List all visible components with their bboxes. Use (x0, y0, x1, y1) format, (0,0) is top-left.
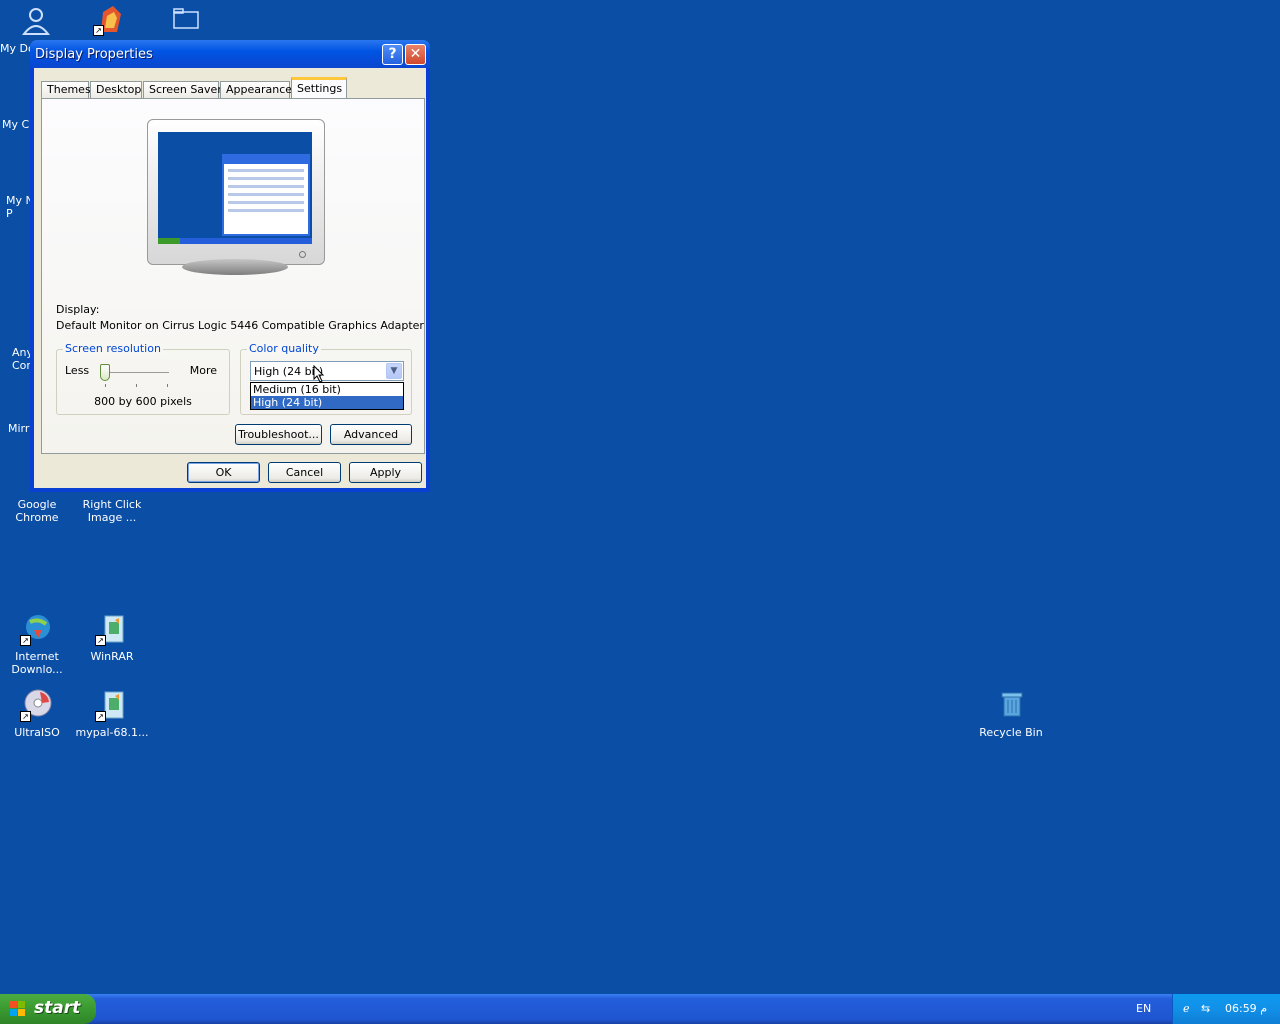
system-tray: ℯ ⇆ 06:59 م (1172, 994, 1280, 1024)
help-button[interactable]: ? (382, 44, 403, 65)
taskbar: start EN ℯ ⇆ 06:59 م (0, 994, 1280, 1024)
winrar-icon: ↗ (95, 612, 129, 646)
slider-tick (136, 384, 137, 387)
screen-resolution-title: Screen resolution (63, 342, 163, 355)
desktop-icon-label: UltraISO (14, 726, 60, 739)
display-adapter-value: Default Monitor on Cirrus Logic 5446 Com… (56, 319, 424, 332)
resolution-value: 800 by 600 pixels (94, 395, 192, 408)
desktop-icon-folder[interactable] (148, 2, 224, 40)
desktop-icon-label: Right Click Image ... (82, 498, 142, 524)
monitor-screen (158, 132, 312, 244)
resolution-slider-thumb[interactable] (100, 364, 110, 381)
desktop-icon-label: Google Chrome (15, 498, 59, 524)
color-quality-option-high[interactable]: High (24 bit) (251, 396, 403, 409)
color-quality-title: Color quality (247, 342, 321, 355)
tab-settings[interactable]: Settings (291, 77, 347, 99)
color-quality-select[interactable]: High (24 bit) ▼ (250, 361, 404, 381)
display-properties-window: Display Properties ? ✕ Themes Desktop Sc… (30, 40, 430, 492)
start-label: start (34, 998, 81, 1018)
desktop-icon-recycle-bin[interactable]: Recycle Bin (973, 688, 1049, 739)
resolution-less-label: Less (65, 364, 90, 377)
clock[interactable]: 06:59 م (1225, 1002, 1267, 1015)
monitor-preview (147, 119, 325, 265)
screen-resolution-group: Screen resolution Less More 800 by 600 p… (56, 342, 230, 415)
desktop-icon-label: WinRAR (90, 650, 134, 663)
desktop-icon-internet-download-manager[interactable]: ↗ Internet Downlo... (0, 612, 75, 676)
ok-button[interactable]: OK (187, 462, 260, 483)
desktop-icon-winrar[interactable]: ↗ WinRAR (74, 612, 150, 663)
mouse-cursor-icon (313, 365, 325, 383)
desktop-icon-ultraiso[interactable]: ↗ UltraISO (0, 688, 75, 739)
slider-tick (167, 384, 168, 387)
desktop-icon-shortcut[interactable]: ↗ (72, 2, 148, 40)
globe-download-icon: ↗ (20, 612, 54, 646)
tab-themes[interactable]: Themes (41, 81, 91, 98)
windows-logo-icon (10, 1001, 26, 1017)
chevron-down-icon[interactable]: ▼ (386, 363, 402, 379)
monitor-stand (182, 259, 288, 275)
resolution-slider-track[interactable] (103, 372, 169, 373)
desktop-icon-label: Recycle Bin (979, 726, 1043, 739)
tab-screen-saver[interactable]: Screen Saver (143, 81, 222, 98)
window-titlebar[interactable]: Display Properties ? ✕ (30, 40, 430, 68)
desktop-icon-label: Internet Downlo... (11, 650, 63, 676)
apply-button[interactable]: Apply (349, 462, 422, 483)
cancel-button[interactable]: Cancel (268, 462, 341, 483)
language-indicator[interactable]: EN (1136, 1002, 1151, 1015)
tab-appearance[interactable]: Appearance (220, 81, 292, 98)
start-button[interactable]: start (0, 994, 96, 1024)
tab-desktop[interactable]: Desktop (90, 81, 142, 98)
fire-app-icon: ↗ (93, 2, 127, 36)
desktop-icon-mypal[interactable]: ↗ mypal-68.1... (74, 688, 150, 739)
archive-icon: ↗ (95, 688, 129, 722)
disc-icon: ↗ (20, 688, 54, 722)
color-quality-dropdown-list: Medium (16 bit) High (24 bit) (250, 382, 404, 410)
slider-tick (105, 384, 106, 387)
advanced-button[interactable]: Advanced (330, 424, 412, 445)
folder-icon (169, 2, 203, 36)
color-quality-option-medium[interactable]: Medium (16 bit) (251, 383, 403, 396)
ie-tray-icon[interactable]: ℯ (1183, 1002, 1196, 1015)
power-knob (299, 251, 306, 258)
display-label: Display: (56, 303, 100, 316)
resolution-more-label: More (189, 364, 217, 377)
settings-panel: Display: Default Monitor on Cirrus Logic… (41, 98, 425, 454)
window-title: Display Properties (35, 47, 153, 62)
user-folder-icon (19, 4, 53, 38)
color-quality-group: Color quality High (24 bit) ▼ Medium (16… (240, 342, 412, 415)
preview-window (222, 154, 310, 236)
network-tray-icon[interactable]: ⇆ (1201, 1002, 1214, 1015)
desktop-icon-label: mypal-68.1... (75, 726, 149, 739)
window-client-area: Themes Desktop Screen Saver Appearance S… (34, 68, 426, 488)
troubleshoot-button[interactable]: Troubleshoot... (235, 424, 322, 445)
close-button[interactable]: ✕ (405, 44, 426, 65)
preview-taskbar (158, 238, 312, 244)
recycle-bin-icon (994, 688, 1028, 722)
